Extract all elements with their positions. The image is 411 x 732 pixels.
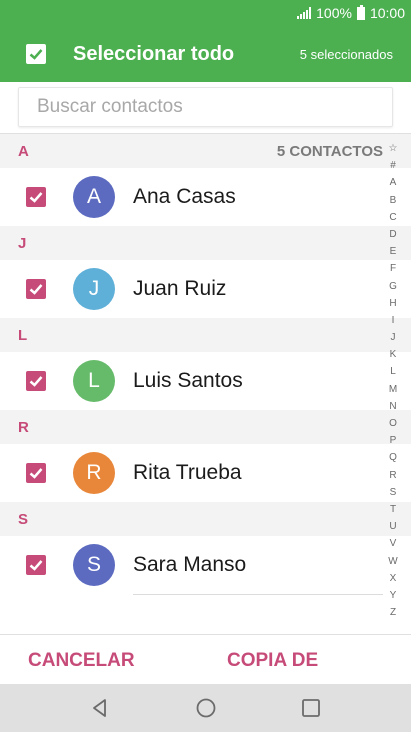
search-box — [18, 87, 393, 127]
index-letter[interactable]: Z — [390, 604, 396, 621]
status-icons: 100% 10:00 — [297, 4, 405, 21]
contact-row[interactable]: R Rita Trueba — [0, 444, 380, 502]
search-area — [0, 82, 411, 134]
section-letter: S — [18, 511, 29, 528]
check-icon — [29, 376, 43, 387]
selected-count: 5 seleccionados — [299, 47, 393, 62]
index-letter[interactable]: R — [389, 467, 396, 484]
index-letter[interactable]: W — [388, 553, 397, 570]
check-icon — [29, 49, 43, 60]
signal-icon — [297, 7, 312, 19]
check-icon — [29, 284, 43, 295]
index-letter[interactable]: U — [389, 518, 396, 535]
section-letter: R — [18, 419, 29, 436]
contact-name: Ana Casas — [133, 185, 236, 208]
index-letter[interactable]: Q — [389, 449, 397, 466]
section-header-j: J — [0, 226, 411, 260]
avatar: L — [73, 360, 115, 402]
check-icon — [29, 468, 43, 479]
select-all-label[interactable]: Seleccionar todo — [73, 43, 234, 66]
contact-checkbox[interactable] — [26, 279, 46, 299]
contact-row[interactable]: J Juan Ruiz — [0, 260, 380, 318]
avatar: S — [73, 544, 115, 586]
contact-checkbox[interactable] — [26, 463, 46, 483]
index-letter[interactable]: L — [390, 363, 396, 380]
index-letter[interactable]: F — [390, 260, 396, 277]
index-letter[interactable]: S — [390, 484, 397, 501]
row-divider — [133, 594, 383, 595]
contact-name: Sara Manso — [133, 553, 247, 576]
status-bar: 100% 10:00 — [0, 0, 411, 28]
check-icon — [29, 192, 43, 203]
contact-checkbox[interactable] — [26, 371, 46, 391]
section-letter: J — [18, 235, 27, 252]
app-bar: Seleccionar todo 5 seleccionados — [0, 28, 411, 82]
index-letter[interactable]: B — [390, 192, 397, 209]
contacts-count: 5 CONTACTOS — [276, 143, 383, 160]
home-icon[interactable] — [194, 696, 218, 720]
battery-percent: 100% — [316, 5, 352, 21]
alphabet-index[interactable]: ☆ # A B C D E F G H I J K L M N O P Q R S T U V W X Y Z — [383, 140, 403, 621]
section-header-a: A 5 CONTACTOS — [0, 134, 411, 168]
index-letter[interactable]: K — [390, 346, 397, 363]
contact-row[interactable]: A Ana Casas — [0, 168, 380, 226]
index-letter[interactable]: N — [389, 398, 396, 415]
back-icon[interactable] — [88, 696, 112, 720]
index-letter[interactable]: X — [390, 570, 397, 587]
avatar: R — [73, 452, 115, 494]
battery-icon — [356, 4, 365, 20]
index-letter[interactable]: M — [389, 381, 397, 398]
contact-row[interactable]: L Luis Santos — [0, 352, 380, 410]
contact-name: Juan Ruiz — [133, 277, 227, 300]
search-input[interactable] — [37, 96, 377, 118]
index-letter[interactable]: C — [389, 209, 396, 226]
avatar: J — [73, 268, 115, 310]
recents-icon[interactable] — [299, 696, 323, 720]
bottom-action-bar: CANCELAR COPIA DE — [0, 634, 411, 684]
index-letter[interactable]: Y — [390, 587, 397, 604]
section-letter: L — [18, 327, 28, 344]
copy-from-button[interactable]: COPIA DE — [227, 650, 318, 672]
navigation-bar — [0, 684, 411, 732]
contact-name: Luis Santos — [133, 369, 243, 392]
index-letter[interactable]: T — [390, 501, 396, 518]
contact-checkbox[interactable] — [26, 555, 46, 575]
section-header-l: L — [0, 318, 411, 352]
index-letter[interactable]: E — [390, 243, 397, 260]
index-letter[interactable]: G — [389, 278, 397, 295]
index-letter[interactable]: H — [389, 295, 396, 312]
check-icon — [29, 560, 43, 571]
cancel-button[interactable]: CANCELAR — [28, 650, 135, 672]
index-letter[interactable]: J — [391, 329, 396, 346]
contact-list: A 5 CONTACTOS A Ana Casas J J Juan Ruiz … — [0, 134, 411, 634]
section-letter: A — [18, 143, 29, 160]
contact-checkbox[interactable] — [26, 187, 46, 207]
index-letter[interactable]: I — [392, 312, 395, 329]
clock: 10:00 — [369, 5, 405, 21]
index-letter[interactable]: O — [389, 415, 397, 432]
section-header-s: S — [0, 502, 411, 536]
index-letter[interactable]: ☆ — [389, 140, 398, 157]
index-letter[interactable]: # — [390, 157, 396, 174]
index-letter[interactable]: V — [390, 535, 397, 552]
index-letter[interactable]: P — [390, 432, 397, 449]
contact-name: Rita Trueba — [133, 461, 242, 484]
avatar: A — [73, 176, 115, 218]
contact-row[interactable]: S Sara Manso — [0, 536, 383, 595]
section-header-r: R — [0, 410, 411, 444]
select-all-checkbox[interactable] — [26, 44, 46, 64]
index-letter[interactable]: A — [390, 174, 397, 191]
index-letter[interactable]: D — [389, 226, 396, 243]
